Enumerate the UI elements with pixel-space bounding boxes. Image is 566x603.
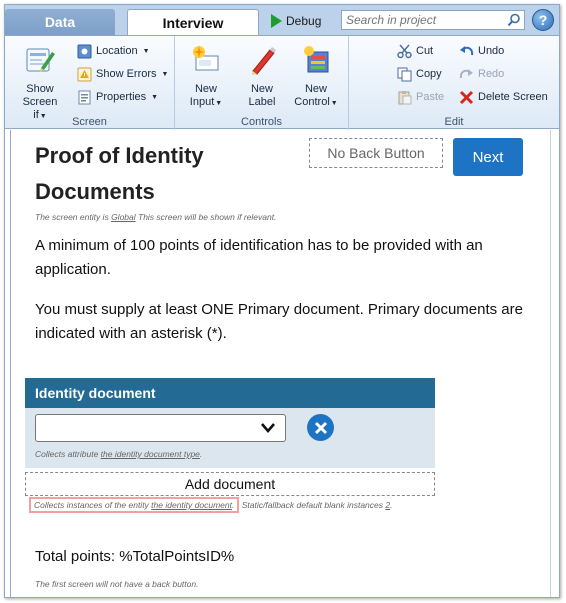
redo-icon xyxy=(459,68,473,78)
intro-paragraph[interactable]: A minimum of 100 points of identificatio… xyxy=(35,234,535,282)
canvas-right-border xyxy=(550,130,551,597)
close-icon xyxy=(314,421,327,434)
panel-title: Identity document xyxy=(25,378,435,408)
ribbon-group-label-controls: Controls xyxy=(241,116,282,128)
chevron-down-icon: ▼ xyxy=(151,93,159,101)
instances-note-prefix: Collects instances of the entity xyxy=(34,500,152,510)
page-title[interactable]: Proof of Identity Documents xyxy=(35,138,285,210)
entity-note: The screen entity is Global This screen … xyxy=(35,212,276,222)
instances-note-suffix: Static/fallback default blank instances xyxy=(239,500,386,510)
instances-note-highlight: Collects instances of the entity the ide… xyxy=(29,497,240,513)
chevron-down-icon xyxy=(261,423,275,433)
remove-icon[interactable] xyxy=(307,414,334,441)
instances-note-dot: . xyxy=(231,500,235,510)
next-button[interactable]: Next xyxy=(453,138,523,176)
show-errors-label: Show Errors xyxy=(96,68,157,80)
entity-note-link[interactable]: Global xyxy=(111,212,136,222)
search-box[interactable] xyxy=(341,10,525,30)
search-input[interactable] xyxy=(346,13,496,27)
first-screen-note: The first screen will not have a back bu… xyxy=(35,579,199,589)
chevron-down-icon: ▼ xyxy=(142,47,150,55)
paste-label: Paste xyxy=(416,91,445,103)
scissors-icon xyxy=(397,44,412,58)
add-document-button[interactable]: Add document xyxy=(25,472,435,496)
show-screen-if-label-1: Show xyxy=(26,83,54,95)
properties-label: Properties xyxy=(96,91,147,103)
new-label-button[interactable]: New Label xyxy=(237,44,287,109)
search-icon[interactable] xyxy=(507,13,521,27)
tab-interview[interactable]: Interview xyxy=(127,9,259,36)
new-input-label-2: Input xyxy=(189,96,215,108)
undo-button[interactable]: Undo xyxy=(459,42,504,60)
paste-button[interactable]: Paste xyxy=(397,88,444,106)
primary-document-paragraph[interactable]: You must supply at least ONE Primary doc… xyxy=(35,298,535,346)
instances-note: Collects instances of the entity the ide… xyxy=(29,497,439,513)
show-screen-if-icon xyxy=(26,48,55,72)
chevron-down-icon: ▼ xyxy=(161,70,169,78)
undo-icon xyxy=(460,45,474,55)
properties-button[interactable]: Properties ▼ xyxy=(77,88,158,106)
chevron-down-icon: ▼ xyxy=(215,100,223,107)
show-errors-icon xyxy=(77,67,92,81)
total-points-label[interactable]: Total points: %TotalPointsID% xyxy=(35,548,234,565)
redo-label: Redo xyxy=(478,68,505,80)
screen-canvas: Proof of Identity Documents No Back Butt… xyxy=(5,130,559,597)
ribbon: Show Screen if▼ Location ▼ Show Errors ▼ P… xyxy=(5,35,559,130)
help-icon[interactable]: ? xyxy=(532,9,554,31)
new-input-icon xyxy=(193,46,219,71)
app-window: Data Interview Debug ? xyxy=(4,4,560,598)
location-icon xyxy=(77,44,92,58)
show-screen-if-button[interactable]: Show Screen if▼ xyxy=(15,44,65,123)
identity-document-type-select[interactable] xyxy=(35,414,286,442)
new-control-label-2: Control xyxy=(294,96,330,108)
ribbon-group-label-screen: Screen xyxy=(72,116,107,128)
location-button[interactable]: Location ▼ xyxy=(77,42,150,60)
attribute-note-suffix: . xyxy=(199,449,203,459)
entity-note-suffix: This screen will be shown if relevant. xyxy=(135,212,277,222)
tab-bar: Data Interview Debug ? xyxy=(5,5,559,36)
new-control-icon xyxy=(304,46,329,73)
identity-document-panel: Identity document Collects attribute the… xyxy=(25,378,435,468)
ribbon-group-controls: New Input▼ New Label New Control▼ Contro… xyxy=(175,36,349,130)
instances-note-end: . xyxy=(390,500,393,510)
no-back-button[interactable]: No Back Button xyxy=(309,138,443,168)
delete-screen-button[interactable]: Delete Screen xyxy=(459,88,548,106)
chevron-down-icon: ▼ xyxy=(330,100,338,107)
new-control-label-1: New xyxy=(304,83,327,95)
copy-label: Copy xyxy=(416,68,442,80)
tab-data[interactable]: Data xyxy=(5,9,115,35)
ribbon-group-screen: Show Screen if▼ Location ▼ Show Errors ▼ P… xyxy=(5,36,175,130)
cut-label: Cut xyxy=(416,45,434,57)
ribbon-group-edit: Cut Copy Paste Undo Redo Delete Screen E… xyxy=(349,36,559,130)
instances-note-link[interactable]: the identity document xyxy=(151,500,232,510)
cut-button[interactable]: Cut xyxy=(397,42,433,60)
attribute-note-prefix: Collects attribute xyxy=(35,449,101,459)
undo-label: Undo xyxy=(478,45,505,57)
play-icon xyxy=(271,14,282,28)
copy-icon xyxy=(397,67,412,81)
copy-button[interactable]: Copy xyxy=(397,65,442,83)
paste-icon xyxy=(398,90,412,104)
redo-button[interactable]: Redo xyxy=(459,65,504,83)
attribute-note: Collects attribute the identity document… xyxy=(35,449,202,459)
new-input-label-1: New xyxy=(194,83,217,95)
debug-label: Debug xyxy=(286,14,322,28)
new-label-label-1: New xyxy=(250,83,273,95)
ribbon-group-label-edit: Edit xyxy=(444,116,464,128)
location-label: Location xyxy=(96,45,138,57)
canvas-left-border xyxy=(10,130,11,597)
delete-screen-label: Delete Screen xyxy=(478,91,548,103)
new-control-button[interactable]: New Control▼ xyxy=(291,44,341,110)
new-label-icon xyxy=(252,47,276,75)
properties-icon xyxy=(78,90,91,104)
show-errors-button[interactable]: Show Errors ▼ xyxy=(77,65,168,83)
attribute-note-link[interactable]: the identity document type xyxy=(101,449,200,459)
debug-button[interactable]: Debug xyxy=(265,11,333,31)
delete-icon xyxy=(459,90,474,104)
new-label-label-2: Label xyxy=(248,96,276,108)
entity-note-prefix: The screen entity is xyxy=(35,212,112,222)
new-input-button[interactable]: New Input▼ xyxy=(181,44,231,110)
